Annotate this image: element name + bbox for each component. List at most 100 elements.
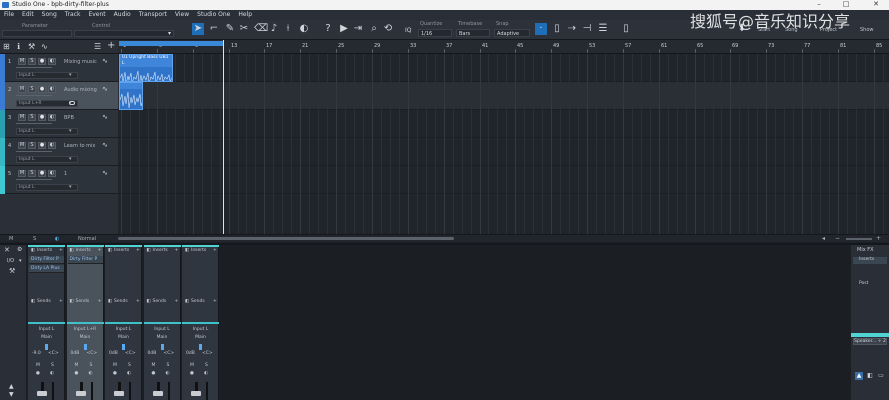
solo-button[interactable]: S bbox=[28, 114, 36, 121]
mute-tool-icon[interactable]: ♪ bbox=[268, 23, 280, 35]
channel-strip[interactable]: ◧ Inserts + Dirty Filter P ◧ Sends + Input L+R M… bbox=[66, 245, 104, 400]
strip-inserts-label[interactable]: Inserts bbox=[191, 248, 206, 253]
nav-show[interactable]: Show bbox=[860, 27, 874, 33]
fader-knob[interactable] bbox=[114, 391, 124, 396]
strip-solo-button[interactable]: S bbox=[167, 363, 170, 368]
fader-knob[interactable] bbox=[75, 391, 86, 396]
track-lane[interactable] bbox=[118, 54, 889, 82]
io-arrow-icon[interactable]: ▾ bbox=[19, 258, 22, 264]
split-tool-icon[interactable]: ✂ bbox=[238, 23, 250, 35]
input-dropdown-icon[interactable]: ▾ bbox=[69, 184, 72, 190]
strip-record-icon[interactable]: ● bbox=[36, 371, 40, 376]
listen-tool-icon[interactable]: ◐ bbox=[298, 23, 310, 35]
track-header[interactable]: 3 M S ● ◐ BPB ∿ Input L ▾ bbox=[0, 110, 118, 138]
strip-input[interactable]: Input L bbox=[105, 327, 142, 332]
info-icon[interactable]: ℹ bbox=[17, 42, 20, 51]
range-tool-icon[interactable]: ⌐ bbox=[208, 23, 220, 35]
monitor-icon[interactable]: ▲ bbox=[855, 372, 863, 380]
arrow-tool-icon[interactable]: ➤ bbox=[192, 23, 204, 35]
playhead[interactable] bbox=[223, 40, 224, 234]
add-insert-icon[interactable]: + bbox=[136, 248, 140, 253]
track-header[interactable]: 5 M S ● ◐ 1 ∿ Input L ▾ bbox=[0, 166, 118, 194]
pencil-tool-icon[interactable]: ✎ bbox=[224, 23, 236, 35]
mute-button[interactable]: M bbox=[18, 58, 26, 65]
sends-toggle-icon[interactable]: ◧ bbox=[70, 299, 74, 304]
strip-sends-label[interactable]: Sends bbox=[114, 299, 128, 304]
menu-edit[interactable]: Edit bbox=[18, 10, 38, 20]
volume-value[interactable]: -9.0 bbox=[32, 351, 41, 356]
audio-clip[interactable]: 01 Upright Bass UB1 L bbox=[119, 54, 173, 82]
track-name[interactable]: BPB bbox=[64, 115, 74, 121]
strip-mute-button[interactable]: M bbox=[113, 363, 117, 368]
bend-tool-icon[interactable]: ⟊ bbox=[282, 23, 294, 35]
audio-clip-2[interactable] bbox=[119, 82, 143, 110]
fader-knob[interactable] bbox=[152, 391, 163, 396]
strip-output[interactable]: Main bbox=[105, 335, 142, 340]
add-icon[interactable]: + bbox=[107, 40, 115, 51]
strip-mute-button[interactable]: M bbox=[190, 363, 194, 368]
track-header[interactable]: 1 M S ● ◐ Mixing music ∿ Input L ▾ bbox=[0, 54, 118, 82]
add-track-icon[interactable]: ⊞ bbox=[3, 42, 10, 51]
add-send-icon[interactable]: + bbox=[213, 299, 217, 304]
follow-icon[interactable]: ▶ bbox=[338, 23, 350, 35]
track-name[interactable]: Learn to mix bbox=[64, 143, 95, 149]
track-lane[interactable] bbox=[118, 110, 889, 138]
tools-mixer-icon[interactable]: ⚒ bbox=[9, 267, 15, 275]
menu-song[interactable]: Song bbox=[38, 10, 61, 20]
autoscroll-icon[interactable]: ⇥ bbox=[352, 23, 364, 35]
strip-monitor-icon[interactable]: ◐ bbox=[89, 371, 93, 376]
track-lane[interactable] bbox=[118, 82, 889, 110]
strip-input[interactable]: Input L bbox=[28, 327, 65, 332]
control-select[interactable] bbox=[74, 30, 174, 37]
volume-value[interactable]: 0dB bbox=[109, 351, 118, 356]
pan-value[interactable]: <C> bbox=[164, 351, 175, 356]
strip-output[interactable]: Main bbox=[144, 335, 181, 340]
insert-slot[interactable]: Dirty Filter P bbox=[67, 256, 103, 264]
strip-record-icon[interactable]: ● bbox=[190, 371, 194, 376]
strip-output[interactable]: Main bbox=[67, 335, 104, 340]
pan-value[interactable]: <C> bbox=[202, 351, 213, 356]
view-mode[interactable]: Normal bbox=[78, 236, 96, 242]
volume-slider[interactable] bbox=[16, 123, 52, 124]
record-icon[interactable]: ● bbox=[38, 114, 46, 121]
strip-inserts-label[interactable]: Inserts bbox=[114, 248, 129, 253]
loop-range[interactable] bbox=[119, 41, 223, 46]
strip-input[interactable]: Input L bbox=[182, 327, 219, 332]
menu-studio-one[interactable]: Studio One bbox=[193, 10, 234, 20]
io-label[interactable]: I/O bbox=[7, 258, 14, 264]
sends-toggle-icon[interactable]: ◧ bbox=[31, 299, 35, 304]
metronome-icon[interactable]: ▯ bbox=[620, 23, 632, 35]
sends-toggle-icon[interactable]: ◧ bbox=[185, 299, 189, 304]
solo-button[interactable]: S bbox=[28, 170, 36, 177]
input-dropdown-icon[interactable]: ▾ bbox=[69, 156, 72, 162]
input-dropdown-icon[interactable]: ▾ bbox=[69, 72, 72, 78]
zoom-in-icon[interactable]: + bbox=[876, 235, 881, 242]
monitor-icon[interactable]: ◐ bbox=[48, 114, 56, 121]
solo-button[interactable]: S bbox=[28, 58, 36, 65]
monitor-icon[interactable]: ◐ bbox=[48, 142, 56, 149]
monitor-icon[interactable]: ◐ bbox=[48, 170, 56, 177]
record-icon[interactable]: ● bbox=[38, 58, 46, 65]
strip-sends-label[interactable]: Sends bbox=[76, 299, 90, 304]
list-icon[interactable]: ☰ bbox=[94, 42, 101, 51]
strip-solo-button[interactable]: S bbox=[90, 363, 93, 368]
strip-input[interactable]: Input L+R bbox=[67, 327, 104, 332]
inserts-toggle-icon[interactable]: ◧ bbox=[185, 248, 189, 253]
markers-icon[interactable]: ☰ bbox=[597, 23, 609, 35]
grid-icon[interactable]: ▯ bbox=[551, 23, 563, 35]
input-dropdown-icon[interactable]: ▾ bbox=[69, 128, 72, 134]
strip-monitor-icon[interactable]: ◐ bbox=[50, 371, 54, 376]
nudge-icon[interactable]: ⇢ bbox=[566, 23, 578, 35]
add-insert-icon[interactable]: + bbox=[213, 248, 217, 253]
volume-value[interactable]: 0dB bbox=[71, 351, 80, 356]
zoom-slider[interactable] bbox=[846, 238, 872, 240]
strip-input[interactable]: Input L bbox=[144, 327, 181, 332]
menu-view[interactable]: View bbox=[171, 10, 193, 20]
add-send-icon[interactable]: + bbox=[136, 299, 140, 304]
strip-solo-button[interactable]: S bbox=[205, 363, 208, 368]
volume-slider[interactable] bbox=[16, 179, 52, 180]
record-icon[interactable]: ● bbox=[38, 170, 46, 177]
cue-icon[interactable]: ▭ bbox=[877, 372, 885, 380]
sends-toggle-icon[interactable]: ◧ bbox=[147, 299, 151, 304]
strip-monitor-icon[interactable]: ◐ bbox=[204, 371, 208, 376]
